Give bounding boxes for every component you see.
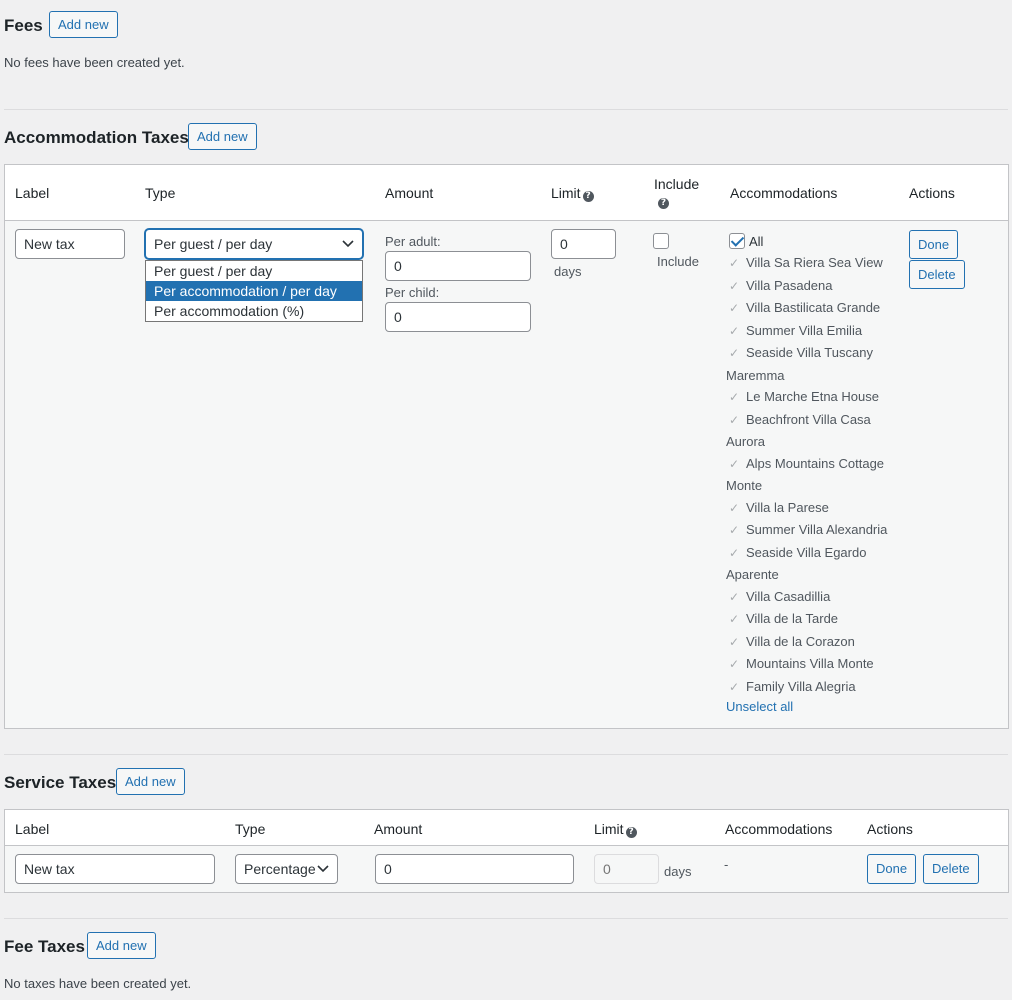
- type-option-per-accommodation-percent[interactable]: Per accommodation (%): [146, 301, 362, 321]
- check-icon: ✓: [729, 301, 740, 315]
- fees-title: Fees: [4, 16, 43, 35]
- divider: [4, 918, 1008, 919]
- fees-add-new-button[interactable]: Add new: [49, 11, 118, 38]
- check-icon: ✓: [729, 256, 740, 270]
- table-header: Label Type Amount Limit? Include ? Accom…: [5, 165, 1008, 221]
- header-limit: Limit?: [594, 821, 637, 838]
- tax-type-select[interactable]: Per guest / per day: [145, 229, 363, 259]
- list-item[interactable]: ✓ Summer Villa Alexandria: [726, 519, 896, 542]
- check-icon: ✓: [729, 390, 740, 404]
- list-item[interactable]: ✓ Villa de la Tarde: [726, 608, 896, 631]
- help-icon[interactable]: ?: [582, 191, 594, 202]
- service-delete-button[interactable]: Delete: [923, 854, 979, 884]
- header-label: Label: [15, 821, 50, 837]
- unselect-all-link[interactable]: Unselect all: [726, 696, 896, 718]
- header-amount: Amount: [385, 185, 434, 201]
- header-type: Type: [235, 821, 266, 837]
- header-include: Include: [654, 176, 700, 192]
- help-icon[interactable]: ?: [658, 198, 669, 209]
- check-icon: ✓: [729, 679, 740, 694]
- list-item[interactable]: ✓ Le Marche Etna House: [726, 386, 896, 409]
- per-adult-input[interactable]: [385, 251, 531, 281]
- accommodation-taxes-title: Accommodation Taxes: [4, 128, 189, 147]
- fee-taxes-title: Fee Taxes: [4, 937, 85, 956]
- header-limit-label: Limit: [594, 821, 624, 837]
- list-item[interactable]: ✓ Beachfront Villa Casa Aurora: [726, 409, 896, 453]
- fees-empty-message: No fees have been created yet.: [4, 55, 185, 70]
- list-item[interactable]: ✓ Villa Sa Riera Sea View: [726, 252, 896, 275]
- all-checkbox[interactable]: [729, 233, 745, 249]
- chevron-down-icon: [317, 855, 329, 894]
- service-tax-type-select[interactable]: Percentage: [235, 854, 338, 884]
- tax-type-dropdown: Per guest / per day Per accommodation / …: [145, 260, 363, 322]
- check-icon: ✓: [729, 323, 740, 338]
- check-icon: ✓: [729, 456, 740, 471]
- list-item[interactable]: ✓ Alps Mountains Cottage Monte: [726, 453, 896, 497]
- check-icon: ✓: [729, 657, 740, 671]
- header-limit: Limit?: [551, 185, 594, 202]
- service-tax-label-input[interactable]: [15, 854, 215, 884]
- list-item[interactable]: ✓ Villa Pasadena: [726, 275, 896, 298]
- tax-label-input[interactable]: [15, 229, 125, 259]
- check-icon: ✓: [729, 500, 740, 515]
- list-item[interactable]: ✓ Family Villa Alegria: [726, 676, 896, 699]
- fee-taxes-empty-message: No taxes have been created yet.: [4, 976, 192, 991]
- service-tax-type-selected-value: Percentage: [244, 861, 316, 877]
- tax-type-selected-value: Per guest / per day: [154, 236, 273, 252]
- per-child-input[interactable]: [385, 302, 531, 332]
- check-icon: ✓: [729, 589, 740, 604]
- per-child-label: Per child:: [385, 285, 440, 300]
- include-checkbox[interactable]: [653, 233, 669, 249]
- service-limit-unit: days: [664, 864, 692, 879]
- list-item[interactable]: ✓ Villa de la Corazon: [726, 631, 896, 654]
- help-icon[interactable]: ?: [625, 827, 637, 838]
- type-option-per-guest[interactable]: Per guest / per day: [146, 261, 362, 281]
- header-accommodations: Accommodations: [725, 821, 833, 837]
- per-adult-label: Per adult:: [385, 234, 441, 249]
- fee-taxes-add-new-button[interactable]: Add new: [87, 932, 156, 959]
- header-type: Type: [145, 185, 176, 201]
- check-icon: ✓: [729, 412, 740, 427]
- include-label: Include: [657, 254, 699, 269]
- table-header: Label Type Amount Limit? Accommodations …: [5, 810, 1008, 846]
- header-accommodations: Accommodations: [730, 185, 838, 201]
- service-tax-limit-input: [594, 854, 659, 884]
- service-done-button[interactable]: Done: [867, 854, 917, 884]
- accommodations-list: ✓ Villa Sa Riera Sea View ✓ Villa Pasadena…: [726, 252, 896, 718]
- delete-button[interactable]: Delete: [909, 260, 965, 289]
- list-item[interactable]: ✓ Mountains Villa Monte: [726, 653, 896, 676]
- list-item[interactable]: ✓ Villa la Parese: [726, 497, 896, 520]
- service-taxes-title: Service Taxes: [4, 773, 117, 792]
- service-accommodations-value: -: [724, 857, 729, 872]
- accommodation-taxes-add-new-button[interactable]: Add new: [188, 123, 257, 150]
- header-actions: Actions: [909, 185, 955, 201]
- all-label: All: [749, 234, 764, 249]
- list-item[interactable]: ✓ Villa Casadillia: [726, 586, 896, 609]
- type-option-per-accommodation-per-day[interactable]: Per accommodation / per day: [146, 281, 362, 301]
- check-icon: ✓: [729, 612, 740, 626]
- header-actions: Actions: [867, 821, 913, 837]
- header-limit-label: Limit: [551, 185, 581, 201]
- check-icon: ✓: [729, 346, 740, 360]
- check-icon: ✓: [729, 545, 740, 560]
- service-tax-amount-input[interactable]: [375, 854, 574, 884]
- limit-unit: days: [554, 264, 582, 279]
- list-item[interactable]: ✓ Seaside Villa Tuscany Maremma: [726, 342, 896, 386]
- header-amount: Amount: [374, 821, 423, 837]
- check-icon: ✓: [729, 278, 740, 293]
- divider: [4, 754, 1008, 755]
- header-label: Label: [15, 185, 50, 201]
- done-button[interactable]: Done: [909, 230, 959, 259]
- divider: [4, 109, 1008, 110]
- service-taxes-add-new-button[interactable]: Add new: [116, 768, 185, 795]
- list-item[interactable]: ✓ Summer Villa Emilia: [726, 320, 896, 343]
- check-icon: ✓: [729, 634, 740, 649]
- list-item[interactable]: ✓ Seaside Villa Egardo Aparente: [726, 542, 896, 586]
- limit-input[interactable]: [551, 229, 616, 259]
- check-icon: ✓: [729, 523, 740, 537]
- list-item[interactable]: ✓ Villa Bastilicata Grande: [726, 297, 896, 320]
